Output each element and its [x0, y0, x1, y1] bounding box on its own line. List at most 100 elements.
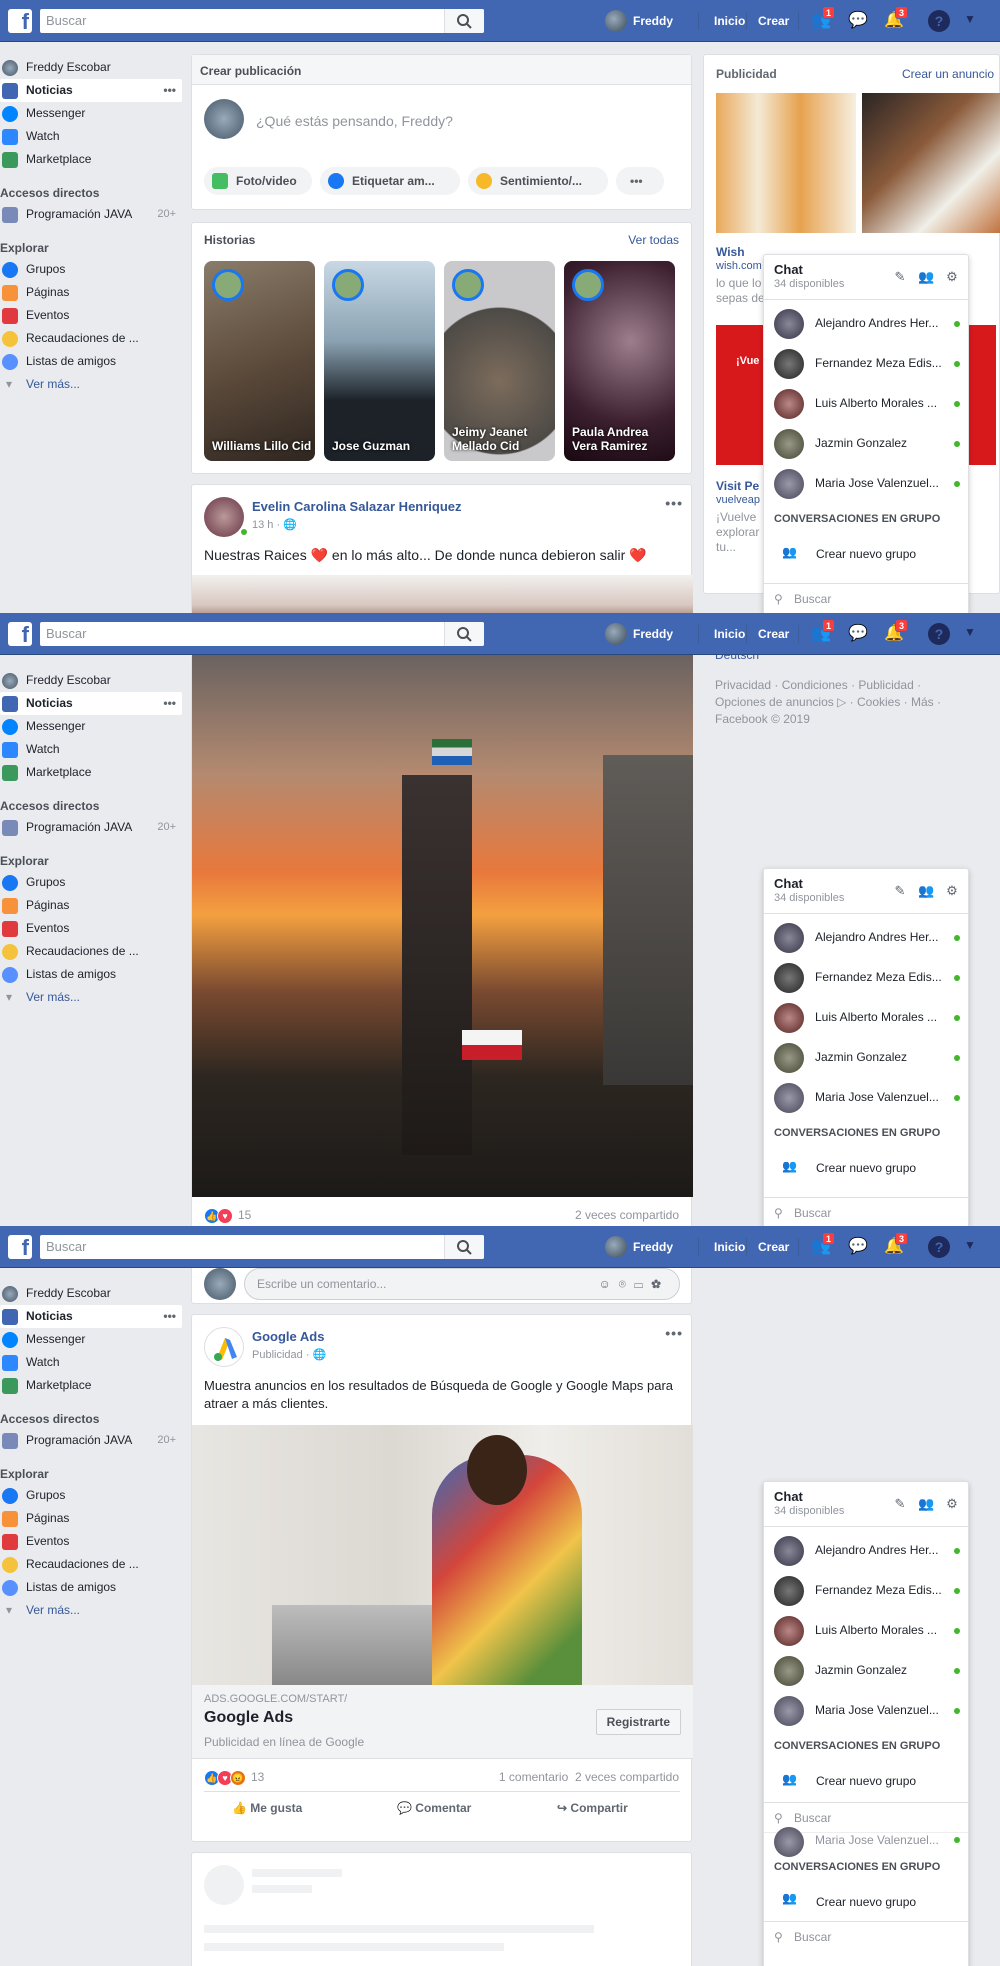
create-link[interactable]: Crear [758, 14, 789, 28]
messenger-icon[interactable]: 💬 [847, 1236, 869, 1258]
profile-avatar[interactable] [605, 623, 627, 645]
ad-visit-title[interactable]: Visit Pe [716, 479, 759, 493]
post-shares-count[interactable]: 2 veces compartido [575, 1208, 679, 1222]
sidebar-item-marketplace[interactable]: Marketplace [0, 761, 182, 784]
see-more-link[interactable]: ▾ Ver más... [0, 986, 182, 1008]
post-options-button[interactable]: ••• [665, 495, 683, 511]
search-input[interactable]: Buscar [40, 1235, 484, 1259]
gif-icon[interactable]: ▭ [634, 1277, 651, 1291]
create-group-button[interactable]: Crear nuevo grupo [816, 1161, 916, 1175]
sidebar-item-watch[interactable]: Watch [0, 125, 182, 148]
facebook-logo-icon[interactable]: f [8, 622, 32, 647]
tag-friends-button[interactable]: Etiquetar am... [320, 167, 460, 195]
profile-avatar[interactable] [605, 1236, 627, 1258]
create-link[interactable]: Crear [758, 627, 789, 641]
sidebar-item-news-feed[interactable]: Noticias ••• [0, 692, 182, 715]
author-avatar[interactable] [204, 497, 244, 537]
sidebar-item-fundraisers[interactable]: Recaudaciones de ... [0, 940, 182, 963]
sidebar-item-pages[interactable]: Páginas [0, 894, 182, 917]
shares-count[interactable]: 2 veces compartido [575, 1770, 679, 1784]
new-group-icon[interactable]: 👥 [918, 1496, 934, 1512]
sidebar-item-java-group[interactable]: Programación JAVA 20+ [0, 203, 182, 226]
sidebar-item-marketplace[interactable]: Marketplace [0, 148, 182, 171]
ad-link-preview[interactable]: ADS.GOOGLE.COM/START/ Google Ads Publici… [192, 1685, 693, 1759]
sidebar-item-profile[interactable]: Freddy Escobar [0, 56, 182, 79]
chat-contact[interactable]: Alejandro Andres Her... [764, 303, 968, 343]
home-link[interactable]: Inicio [714, 14, 745, 28]
chat-contact[interactable]: Luis Alberto Morales ... [764, 997, 968, 1037]
messenger-icon[interactable]: 💬 [847, 10, 869, 32]
help-icon[interactable]: ? [928, 10, 950, 32]
account-menu-chevron-icon[interactable]: ▼ [964, 1238, 976, 1252]
chat-contact[interactable]: Jazmin Gonzalez [764, 423, 968, 463]
chat-contact[interactable]: Jazmin Gonzalez [764, 1037, 968, 1077]
sidebar-item-java-group[interactable]: Programación JAVA 20+ [0, 816, 182, 839]
sidebar-item-news-feed[interactable]: Noticias ••• [0, 1305, 182, 1328]
sidebar-item-events[interactable]: Eventos [0, 304, 182, 327]
more-options-icon[interactable]: ••• [163, 79, 176, 102]
ad-wish-url[interactable]: wish.com [716, 260, 762, 272]
sidebar-item-friend-lists[interactable]: Listas de amigos [0, 963, 182, 986]
sidebar-item-profile[interactable]: Freddy Escobar [0, 1282, 182, 1305]
create-link[interactable]: Crear [758, 1240, 789, 1254]
new-message-icon[interactable]: ✎ [892, 883, 908, 899]
post-options-button[interactable]: ••• [665, 1325, 683, 1341]
ad-wish-name[interactable]: Wish [716, 245, 745, 259]
post-reactions[interactable]: 👍 ♥ 15 [204, 1205, 251, 1225]
create-group-button[interactable]: Crear nuevo grupo [816, 1895, 916, 1909]
sidebar-item-messenger[interactable]: Messenger [0, 715, 182, 738]
footer-line[interactable]: Privacidad · Condiciones · Publicidad · [715, 677, 995, 694]
settings-gear-icon[interactable]: ⚙ [944, 269, 960, 285]
chat-contact[interactable]: Alejandro Andres Her... [764, 917, 968, 957]
post-image[interactable] [192, 575, 693, 613]
new-group-icon[interactable]: 👥 [918, 269, 934, 285]
ad-image-pants[interactable] [716, 93, 856, 233]
chat-contact[interactable]: Alejandro Andres Her... [764, 1530, 968, 1570]
help-icon[interactable]: ? [928, 623, 950, 645]
story-card[interactable]: Paula Andrea Vera Ramirez [564, 261, 675, 461]
home-link[interactable]: Inicio [714, 1240, 745, 1254]
home-link[interactable]: Inicio [714, 627, 745, 641]
settings-gear-icon[interactable]: ⚙ [944, 883, 960, 899]
profile-link[interactable]: Freddy [633, 627, 673, 641]
footer-line[interactable]: Opciones de anuncios ▷ · Cookies · Más · [715, 694, 995, 711]
create-ad-link[interactable]: Crear un anuncio [902, 67, 994, 81]
chat-contact[interactable]: Fernandez Meza Edis... [764, 1570, 968, 1610]
share-button[interactable]: ↪ Compartir [557, 1801, 628, 1815]
see-more-link[interactable]: ▾ Ver más... [0, 373, 182, 395]
search-button[interactable] [444, 1235, 484, 1259]
account-menu-chevron-icon[interactable]: ▼ [964, 12, 976, 26]
post-composer-input[interactable]: ¿Qué estás pensando, Freddy? [256, 113, 453, 129]
sidebar-item-news-feed[interactable]: Noticias ••• [0, 79, 182, 102]
see-more-link[interactable]: ▾ Ver más... [0, 1599, 182, 1621]
new-message-icon[interactable]: ✎ [892, 269, 908, 285]
sidebar-item-groups[interactable]: Grupos [0, 258, 182, 281]
chat-contact[interactable]: Maria Jose Valenzuel... [764, 1077, 968, 1117]
more-options-icon[interactable]: ••• [163, 692, 176, 715]
comment-button[interactable]: 💬 Comentar [397, 1801, 471, 1815]
sidebar-item-events[interactable]: Eventos [0, 1530, 182, 1553]
comments-count[interactable]: 1 comentario [499, 1770, 568, 1784]
ad-image[interactable] [192, 1425, 693, 1685]
sidebar-item-friend-lists[interactable]: Listas de amigos [0, 1576, 182, 1599]
story-card[interactable]: Jeimy Jeanet Mellado Cid [444, 261, 555, 461]
post-reactions[interactable]: 👍 ♥ 😠 13 [204, 1767, 264, 1787]
contact-name[interactable]: Maria Jose Valenzuel... [815, 1833, 945, 1847]
create-group-button[interactable]: Crear nuevo grupo [816, 1774, 916, 1788]
post-image[interactable] [192, 655, 693, 1197]
sidebar-item-groups[interactable]: Grupos [0, 1484, 182, 1507]
post-timestamp[interactable]: 13 h · 🌐 [252, 518, 297, 531]
more-options-icon[interactable]: ••• [163, 1305, 176, 1328]
facebook-logo-icon[interactable]: f [8, 9, 32, 34]
ad-image-fashion[interactable] [862, 93, 1000, 233]
more-actions-button[interactable]: ••• [616, 167, 664, 195]
story-card[interactable]: Williams Lillo Cid [204, 261, 315, 461]
sidebar-item-fundraisers[interactable]: Recaudaciones de ... [0, 1553, 182, 1576]
search-input[interactable]: Buscar [40, 622, 484, 646]
sidebar-item-watch[interactable]: Watch [0, 738, 182, 761]
sidebar-item-fundraisers[interactable]: Recaudaciones de ... [0, 327, 182, 350]
chat-contact[interactable]: Fernandez Meza Edis... [764, 343, 968, 383]
sidebar-item-friend-lists[interactable]: Listas de amigos [0, 350, 182, 373]
facebook-logo-icon[interactable]: f [8, 1235, 32, 1260]
see-all-stories-link[interactable]: Ver todas [628, 233, 679, 247]
